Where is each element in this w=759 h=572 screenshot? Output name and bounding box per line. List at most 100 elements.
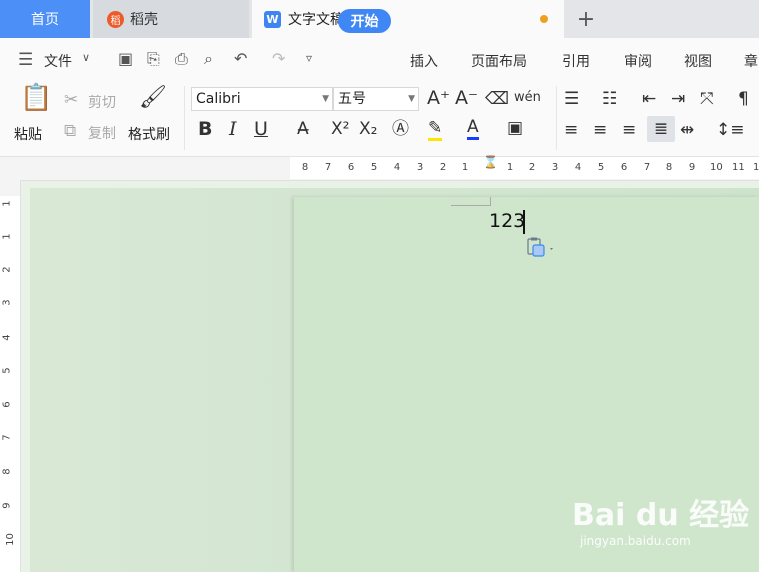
char-border-icon[interactable]: ▣ [507, 118, 523, 138]
copy-button[interactable]: 复制 [88, 123, 116, 143]
undo-icon[interactable]: ↶ [234, 49, 247, 68]
eraser-icon[interactable]: ⌫ [485, 89, 509, 109]
ruler-tick: 8 [665, 162, 673, 173]
italic-button[interactable]: I [229, 119, 237, 139]
watermark-url: jingyan.baidu.com [580, 534, 691, 548]
chevron-down-icon: ▼ [322, 94, 329, 104]
ruler-tick: 9 [1, 502, 13, 509]
ruler-tick: 1 [461, 162, 469, 173]
strikethrough-icon[interactable]: A̶ [297, 119, 309, 139]
ruler-tick: 2 [528, 162, 536, 173]
text-effect-icon[interactable]: Ⓐ [392, 119, 409, 139]
increase-font-icon[interactable]: A⁺ [427, 88, 450, 108]
tab-home[interactable]: 首页 [0, 0, 90, 38]
ruler-tick: 1 [1, 233, 13, 240]
font-size-value: 五号 [338, 91, 366, 107]
tab-document[interactable]: W 文字文稿7 [252, 0, 564, 38]
font-name-value: Calibri [196, 91, 241, 107]
ruler-tick: 5 [1, 367, 13, 374]
font-name-select[interactable]: Calibri ▼ [191, 87, 333, 111]
ruler-tick: 9 [688, 162, 696, 173]
ruler-tick: 7 [324, 162, 332, 173]
cut-button[interactable]: 剪切 [88, 92, 116, 112]
redo-icon[interactable]: ↷ [272, 49, 285, 68]
margin-corner-mark [451, 197, 491, 206]
ruler-tick: 5 [370, 162, 378, 173]
more-dropdown-icon[interactable]: ▿ [306, 51, 312, 65]
format-painter-button[interactable]: 格式刷 [128, 124, 170, 144]
docer-icon: 稻 [107, 10, 124, 28]
underline-button[interactable]: U [254, 119, 268, 139]
paste-button[interactable]: 粘贴 [14, 124, 42, 144]
font-color-icon[interactable]: A [467, 117, 479, 140]
ruler-tick: 7 [1, 434, 13, 441]
ruler-tick: 6 [620, 162, 628, 173]
print-preview-icon[interactable]: ⌕ [204, 49, 213, 69]
numbered-list-icon[interactable]: ☷ [602, 89, 617, 109]
menu-chapter[interactable]: 章 [744, 51, 758, 71]
scissors-icon[interactable]: ✂ [64, 90, 78, 110]
menu-review[interactable]: 审阅 [624, 51, 652, 71]
ruler-tick: 4 [1, 334, 13, 341]
ruler-tick: 5 [597, 162, 605, 173]
ruler-tick: 10 [4, 533, 16, 546]
bold-button[interactable]: B [198, 119, 212, 139]
tab-home-label: 首页 [31, 12, 59, 28]
decrease-indent-icon[interactable]: ⇤ [642, 89, 656, 109]
chevron-down-icon: ▼ [408, 94, 415, 104]
menu-layout[interactable]: 页面布局 [471, 51, 527, 71]
align-right-icon[interactable]: ≡ [622, 120, 636, 140]
text-caret [523, 210, 525, 234]
distribute-icon[interactable]: ⇹ [680, 120, 694, 140]
indent-marker-icon[interactable]: ⌛ [483, 156, 498, 168]
document-text[interactable]: 123 [489, 210, 525, 232]
watermark-brand: Bai du 经验 [572, 498, 750, 533]
align-left-icon[interactable]: ≡ [564, 120, 578, 140]
align-center-icon[interactable]: ≡ [593, 120, 607, 140]
menu-view[interactable]: 视图 [684, 51, 712, 71]
paste-icon[interactable]: 📋 [20, 85, 52, 111]
ruler-text-area [0, 196, 20, 572]
export-pdf-icon[interactable]: ⎘ [147, 49, 160, 69]
menu-insert[interactable]: 插入 [410, 51, 438, 71]
paste-options-icon[interactable] [527, 237, 553, 257]
ruler-tick: 2 [439, 162, 447, 173]
menu-start[interactable]: 开始 [338, 9, 391, 33]
hamburger-icon[interactable]: ☰ [18, 50, 33, 70]
highlight-icon[interactable]: ✎ [428, 118, 443, 141]
menu-reference[interactable]: 引用 [562, 51, 590, 71]
ruler-tick: 8 [1, 468, 13, 475]
ruler-tick: 2 [1, 266, 13, 273]
font-size-select[interactable]: 五号 ▼ [333, 87, 419, 111]
ruler-tick: 6 [1, 401, 13, 408]
decrease-font-icon[interactable]: A⁻ [455, 88, 478, 108]
print-icon[interactable]: ⎙ [175, 49, 188, 69]
tab-docer-label: 稻壳 [130, 12, 158, 28]
ruler-tick: 3 [1, 299, 13, 306]
superscript-icon[interactable]: X² [331, 119, 349, 139]
writer-icon: W [264, 10, 281, 28]
increase-indent-icon[interactable]: ⇥ [671, 89, 685, 109]
ruler-tick: 10 [710, 162, 723, 173]
menu-file[interactable]: 文件 [44, 51, 72, 71]
new-tab-button[interactable]: + [574, 0, 598, 38]
ruler-tick: 8 [301, 162, 309, 173]
brush-icon[interactable]: 🖌 [139, 87, 167, 109]
tab-docer[interactable]: 稻 稻壳 [93, 0, 249, 38]
save-icon[interactable]: ▣ [118, 49, 133, 68]
justify-icon[interactable]: ≣ [647, 116, 675, 142]
ruler-tick: 1 [1, 200, 13, 207]
chevron-down-icon[interactable]: ∨ [82, 51, 90, 64]
divider [556, 86, 557, 150]
chinese-layout-icon[interactable]: ⤧ [700, 89, 714, 109]
subscript-icon[interactable]: X₂ [359, 119, 377, 139]
bullet-list-icon[interactable]: ☰ [564, 89, 579, 109]
line-spacing-icon[interactable]: ↕≡ [716, 120, 745, 140]
ruler-tick: 3 [551, 162, 559, 173]
show-hide-icon[interactable]: ¶ [738, 89, 749, 109]
phonetic-guide-icon[interactable]: wén [514, 88, 541, 108]
copy-icon[interactable]: ⧉ [64, 121, 76, 141]
ruler-tick: 1 [506, 162, 514, 173]
ruler-tick: 3 [416, 162, 424, 173]
ruler-tick: 11 [732, 162, 745, 173]
